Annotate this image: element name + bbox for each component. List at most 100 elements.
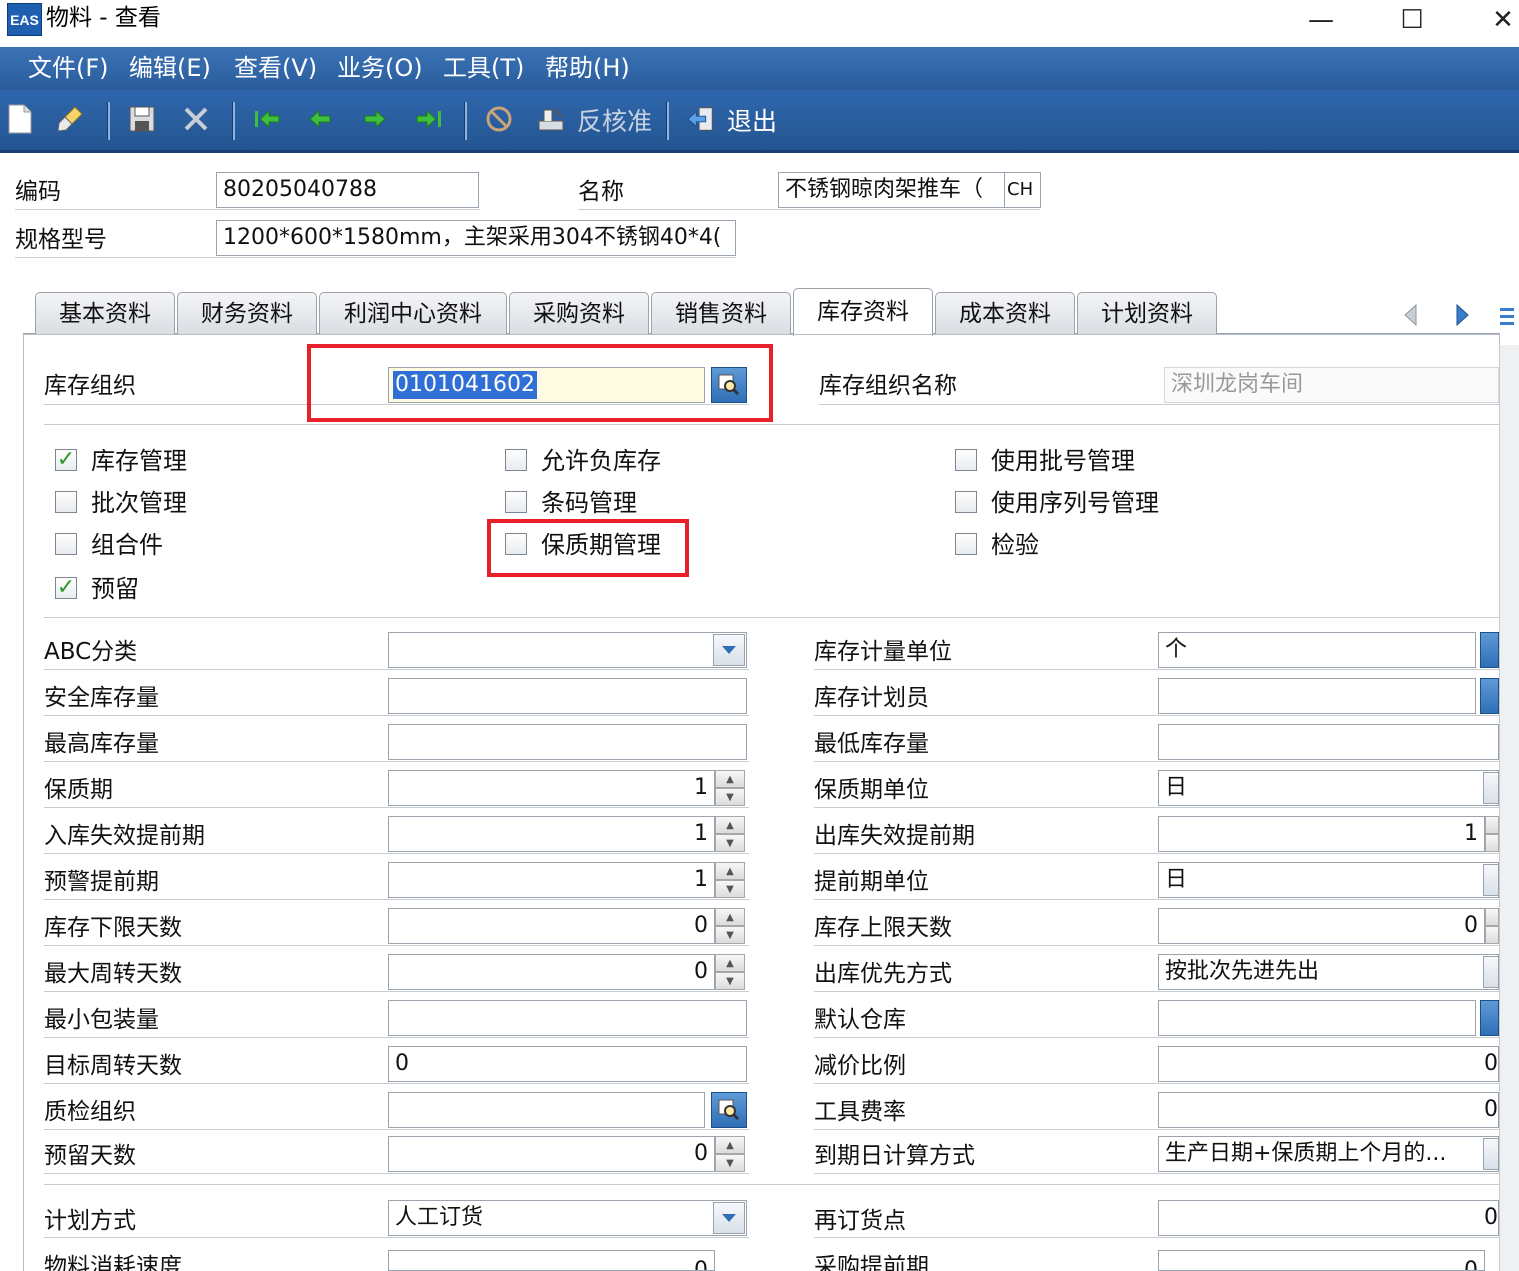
code-field[interactable]: 80205040788	[216, 172, 479, 208]
menu-business[interactable]: 业务(O)	[337, 47, 423, 90]
stock-planner-field[interactable]	[1158, 678, 1476, 714]
minimize-button[interactable]: —	[1298, 0, 1344, 40]
menu-help[interactable]: 帮助(H)	[545, 47, 630, 90]
toolbar-separator	[464, 102, 467, 140]
tab-inventory[interactable]: 库存资料	[793, 288, 933, 336]
target-turnover-days-field[interactable]: 0	[388, 1046, 747, 1082]
inventory-mgmt-checkbox[interactable]: ✓	[55, 449, 77, 471]
tab-scroll-right-icon[interactable]	[1452, 303, 1472, 327]
abc-class-field[interactable]	[388, 632, 747, 668]
menu-edit[interactable]: 编辑(E)	[129, 47, 211, 90]
max-turnover-days-field[interactable]: 0	[388, 954, 715, 990]
assembly-checkbox[interactable]	[55, 533, 77, 555]
warning-lead-field[interactable]: 1	[388, 862, 715, 898]
cancel-icon[interactable]	[484, 104, 514, 134]
divider	[814, 807, 1499, 808]
unapprove-icon[interactable]	[536, 104, 566, 134]
stock-min-days-spinner[interactable]: ▲ ▼	[715, 908, 745, 944]
safety-stock-field[interactable]	[388, 678, 747, 714]
tool-rate-field[interactable]: 0	[1158, 1092, 1499, 1128]
menu-tools[interactable]: 工具(T)	[443, 47, 524, 90]
max-turnover-days-label: 最大周转天数	[44, 961, 182, 987]
shelf-life-unit-dropdown-icon[interactable]	[1483, 772, 1499, 804]
stock-min-days-field[interactable]: 0	[388, 908, 715, 944]
reserve-days-spinner[interactable]: ▲ ▼	[715, 1136, 745, 1172]
inbound-expiry-lead-field[interactable]: 1	[388, 816, 715, 852]
name-field[interactable]: 不锈钢晾肉架推车（	[778, 172, 1006, 208]
previous-record-icon[interactable]	[305, 104, 335, 134]
menu-view[interactable]: 查看(V)	[234, 47, 317, 90]
menu-file[interactable]: 文件(F)	[28, 47, 109, 90]
barcode-checkbox[interactable]	[505, 491, 527, 513]
stock-planner-lookup-button[interactable]	[1480, 678, 1499, 714]
inspection-checkbox[interactable]	[955, 533, 977, 555]
plan-method-dropdown-icon[interactable]	[713, 1202, 745, 1234]
first-record-icon[interactable]	[252, 104, 282, 134]
unapprove-button[interactable]: 反核准	[577, 101, 652, 143]
tab-list-icon[interactable]	[1498, 305, 1516, 327]
serial-number-checkbox[interactable]	[955, 491, 977, 513]
default-warehouse-lookup-button[interactable]	[1480, 1000, 1499, 1036]
next-record-icon[interactable]	[360, 104, 390, 134]
outbound-expiry-lead-spinner[interactable]	[1485, 816, 1499, 852]
last-record-icon[interactable]	[414, 104, 444, 134]
stock-max-days-field[interactable]: 0	[1158, 908, 1485, 944]
warning-lead-spinner[interactable]: ▲ ▼	[715, 862, 745, 898]
tab-finance[interactable]: 财务资料	[177, 292, 317, 334]
qc-org-lookup-button[interactable]	[711, 1092, 747, 1128]
tab-scroll-left-icon[interactable]	[1401, 303, 1421, 327]
save-icon[interactable]	[127, 104, 157, 134]
shelf-life-spinner[interactable]: ▲ ▼	[715, 770, 745, 806]
new-document-icon[interactable]	[5, 104, 35, 134]
tab-purchase[interactable]: 采购资料	[509, 292, 649, 334]
inbound-expiry-lead-spinner[interactable]: ▲ ▼	[715, 816, 745, 852]
name-label: 名称	[578, 179, 624, 205]
due-date-method-dropdown-icon[interactable]	[1483, 1138, 1499, 1170]
stock-unit-field[interactable]: 个	[1158, 632, 1476, 668]
lead-time-unit-field[interactable]: 日	[1158, 862, 1499, 898]
outbound-priority-dropdown-icon[interactable]	[1483, 956, 1499, 988]
brush-icon[interactable]	[55, 104, 85, 134]
tab-cost[interactable]: 成本资料	[935, 292, 1075, 334]
outbound-expiry-lead-field[interactable]: 1	[1158, 816, 1485, 852]
batch-mgmt-checkbox[interactable]	[55, 491, 77, 513]
abc-class-dropdown-icon[interactable]	[713, 634, 745, 666]
language-button[interactable]: CH	[1004, 172, 1041, 208]
stock-unit-lookup-button[interactable]	[1480, 632, 1499, 668]
consumption-speed-field[interactable]: 0	[388, 1250, 715, 1271]
shelf-life-unit-field[interactable]: 日	[1158, 770, 1499, 806]
tab-basic[interactable]: 基本资料	[35, 292, 175, 334]
close-button[interactable]: ✕	[1480, 0, 1519, 40]
divider	[814, 1237, 1499, 1238]
discount-ratio-field[interactable]: 0	[1158, 1046, 1499, 1082]
maximize-button[interactable]: ☐	[1389, 0, 1435, 40]
reserve-days-field[interactable]: 0	[388, 1136, 715, 1172]
shelf-life-field[interactable]: 1	[388, 770, 715, 806]
purchase-lead-field[interactable]: 0	[1158, 1250, 1485, 1271]
lead-time-unit-dropdown-icon[interactable]	[1483, 864, 1499, 896]
delete-icon[interactable]	[181, 104, 211, 134]
check-icon: ✓	[56, 447, 76, 472]
vertical-scrollbar[interactable]	[1499, 345, 1519, 1271]
min-stock-field[interactable]	[1158, 724, 1499, 760]
spec-field[interactable]: 1200*600*1580mm，主架采用304不锈钢40*4(	[216, 220, 736, 256]
reorder-point-field[interactable]: 0	[1158, 1200, 1499, 1236]
outbound-priority-field[interactable]: 按批次先进先出	[1158, 954, 1499, 990]
due-date-method-field[interactable]: 生产日期+保质期上个月的...	[1158, 1136, 1499, 1172]
tab-plan[interactable]: 计划资料	[1077, 292, 1217, 334]
exit-button[interactable]: 退出	[727, 101, 777, 143]
stock-max-days-spinner[interactable]	[1485, 908, 1499, 944]
tab-sales[interactable]: 销售资料	[651, 292, 791, 334]
max-stock-field[interactable]	[388, 724, 747, 760]
divider	[44, 1129, 749, 1130]
max-turnover-days-spinner[interactable]: ▲ ▼	[715, 954, 745, 990]
min-package-field[interactable]	[388, 1000, 747, 1036]
reserve-checkbox[interactable]: ✓	[55, 577, 77, 599]
default-warehouse-field[interactable]	[1158, 1000, 1476, 1036]
tab-profit-center[interactable]: 利润中心资料	[319, 292, 507, 334]
qc-org-field[interactable]	[388, 1092, 705, 1128]
plan-method-field[interactable]: 人工订货	[388, 1200, 747, 1236]
lot-number-checkbox[interactable]	[955, 449, 977, 471]
exit-icon[interactable]	[686, 104, 716, 134]
allow-negative-checkbox[interactable]	[505, 449, 527, 471]
